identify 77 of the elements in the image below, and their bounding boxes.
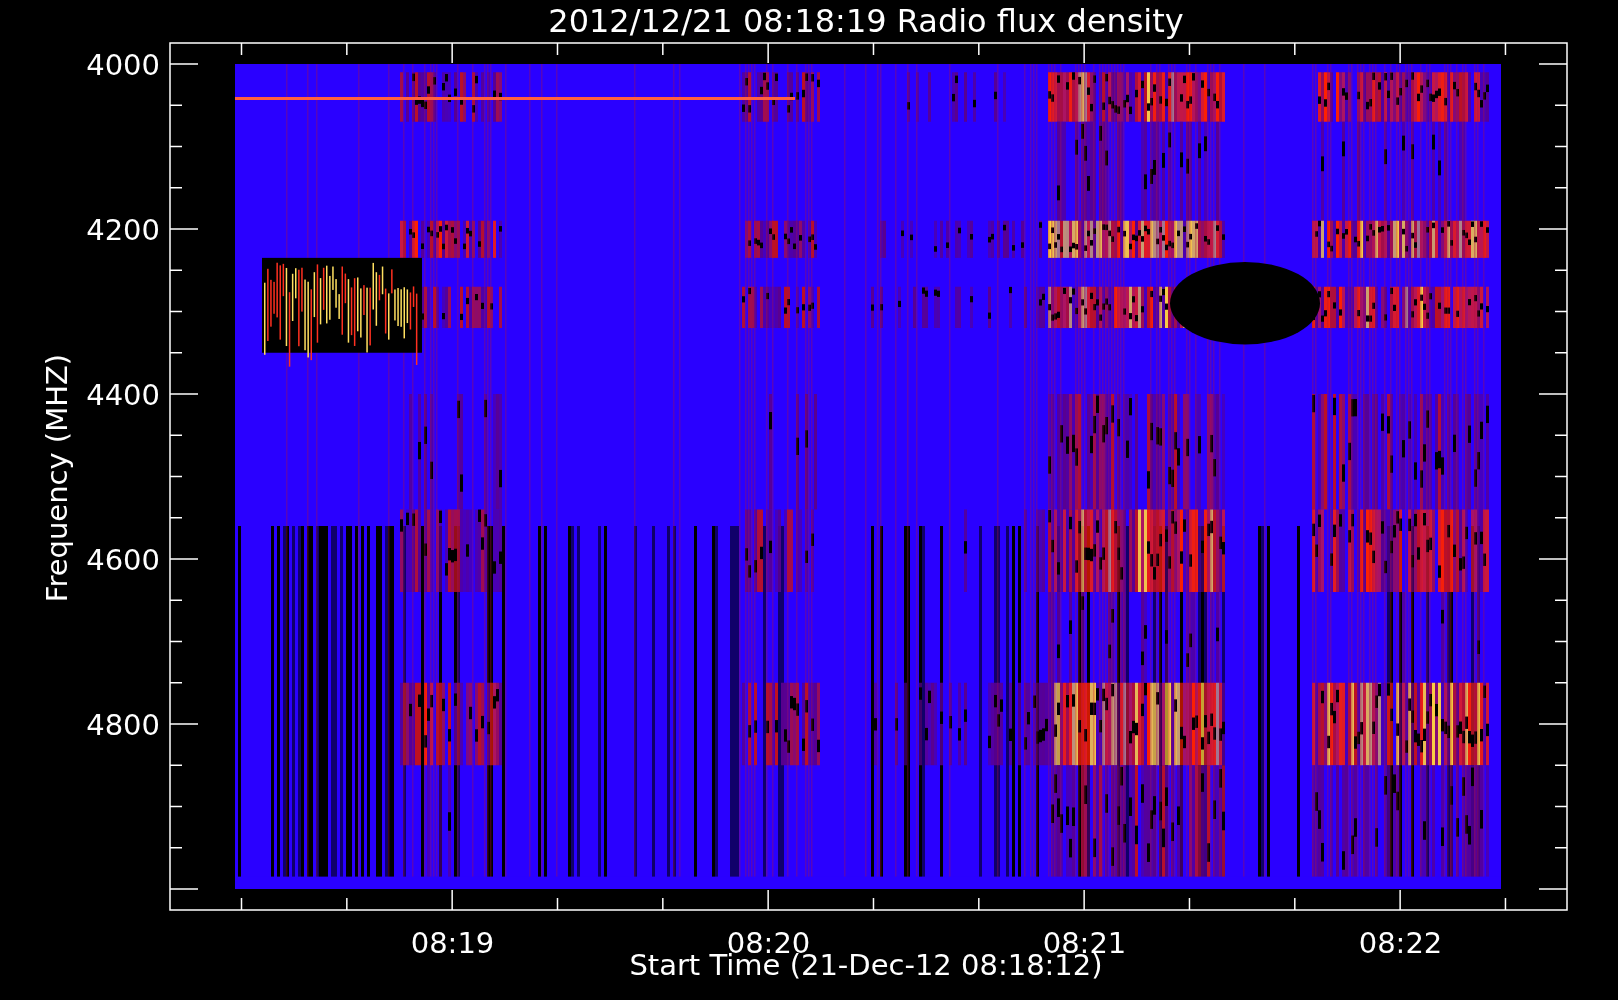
tick-mark	[169, 63, 199, 65]
tick-label: 4400	[86, 378, 160, 412]
tick-mark	[346, 897, 348, 911]
axis-label: Frequency (MHZ)	[40, 353, 74, 603]
tick-mark	[169, 434, 183, 436]
tick-mark	[872, 42, 875, 56]
tick-mark	[872, 897, 875, 911]
tick-mark	[240, 897, 243, 911]
tick-mark	[1554, 310, 1568, 313]
tick-mark	[767, 889, 769, 911]
tick-mark	[556, 897, 559, 911]
tick-mark	[346, 42, 348, 56]
tick-mark	[1399, 42, 1401, 64]
tick-mark	[451, 889, 453, 911]
tick-mark	[1188, 897, 1191, 911]
tick-mark	[169, 104, 183, 106]
tick-mark	[169, 640, 183, 643]
tick-mark	[451, 42, 453, 64]
tick-mark	[978, 897, 980, 911]
tick-mark	[1399, 889, 1401, 911]
tick-label: 08:19	[410, 926, 495, 960]
tick-mark	[1538, 723, 1568, 725]
tick-mark	[767, 42, 769, 64]
tick-mark	[169, 847, 183, 849]
tick-mark	[169, 517, 183, 519]
tick-mark	[1554, 475, 1568, 478]
tick-mark	[1554, 847, 1568, 849]
tick-mark	[169, 764, 183, 766]
tick-label: 08:22	[1358, 926, 1443, 960]
tick-mark	[1538, 63, 1568, 65]
tick-mark	[169, 599, 183, 601]
tick-mark	[978, 42, 980, 56]
tick-mark	[169, 228, 199, 230]
tick-mark	[1538, 888, 1568, 890]
tick-mark	[169, 475, 183, 478]
tick-label: 4800	[86, 708, 160, 742]
tick-label: 4600	[86, 543, 160, 577]
tick-mark	[169, 269, 183, 271]
tick-mark	[169, 145, 183, 148]
tick-mark	[1538, 558, 1568, 560]
tick-mark	[1538, 393, 1568, 395]
tick-mark	[1554, 434, 1568, 436]
tick-mark	[1294, 42, 1296, 56]
tick-mark	[169, 888, 199, 890]
tick-mark	[662, 42, 664, 56]
tick-mark	[169, 393, 199, 395]
tick-mark	[1083, 889, 1085, 911]
tick-mark	[1554, 640, 1568, 643]
tick-mark	[169, 187, 183, 189]
tick-mark	[1554, 682, 1568, 684]
tick-mark	[662, 897, 664, 911]
tick-mark	[1188, 42, 1191, 56]
tick-mark	[169, 310, 183, 313]
tick-mark	[240, 42, 243, 56]
tick-mark	[1554, 352, 1568, 354]
tick-mark	[1083, 42, 1085, 64]
tick-mark	[1554, 805, 1568, 808]
tick-mark	[1554, 269, 1568, 271]
tick-mark	[1554, 599, 1568, 601]
tick-mark	[1504, 897, 1507, 911]
tick-mark	[1504, 42, 1507, 56]
tick-label: 4000	[86, 48, 160, 82]
tick-mark	[1554, 104, 1568, 106]
tick-mark	[1554, 187, 1568, 189]
tick-mark	[169, 682, 183, 684]
tick-mark	[169, 558, 199, 560]
tick-mark	[1294, 897, 1296, 911]
tick-mark	[1554, 145, 1568, 148]
chart-title: 2012/12/21 08:18:19 Radio flux density	[548, 2, 1184, 40]
tick-mark	[169, 805, 183, 808]
tick-mark	[556, 42, 559, 56]
tick-mark	[169, 352, 183, 354]
tick-mark	[169, 723, 199, 725]
tick-label: 4200	[86, 213, 160, 247]
tick-mark	[1554, 764, 1568, 766]
tick-mark	[1538, 228, 1568, 230]
tick-mark	[1554, 517, 1568, 519]
